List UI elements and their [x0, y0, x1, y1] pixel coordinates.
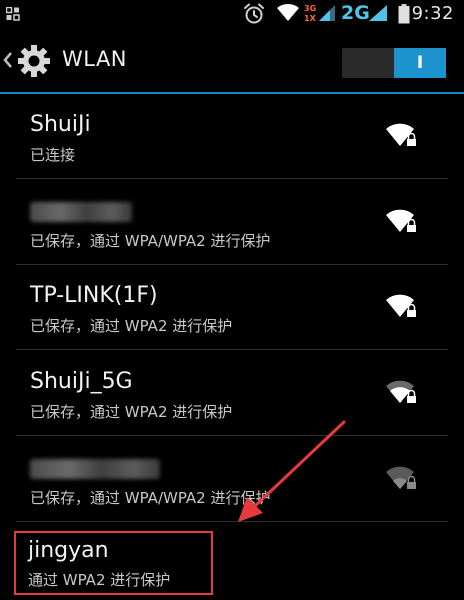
row-divider	[16, 521, 448, 522]
battery-icon	[398, 4, 410, 28]
toggle-thumb[interactable]: I	[394, 48, 446, 78]
network-status: 已保存，通过 WPA2 进行保护	[30, 317, 233, 335]
data-badge-top: 3G	[304, 4, 317, 13]
highlight-box	[14, 531, 213, 595]
network-status: 已保存，通过 WPA/WPA2 进行保护	[30, 489, 271, 507]
network-item-shuiji[interactable]: ShuiJi 已连接	[0, 94, 464, 178]
signal-icon	[318, 4, 336, 26]
network-status: 已保存，通过 WPA2 进行保护	[30, 403, 233, 421]
toggle-label: I	[416, 53, 424, 73]
network-status: 已连接	[30, 146, 76, 164]
network-type-label: 2G	[341, 2, 370, 24]
wifi-locked-weak-icon	[385, 465, 419, 495]
wifi-locked-medium-icon	[385, 379, 419, 409]
network-item-hidden-2[interactable]: 已保存，通过 WPA/WPA2 进行保护	[0, 437, 464, 521]
alarm-icon	[243, 3, 265, 29]
row-divider	[16, 178, 448, 179]
action-bar: WLAN I	[0, 28, 464, 92]
signal-bars-icon	[368, 4, 388, 26]
wifi-locked-strong-icon	[385, 122, 419, 152]
wifi-status-icon	[276, 2, 300, 26]
network-name: ShuiJi	[30, 112, 91, 137]
network-status: 已保存，通过 WPA/WPA2 进行保护	[30, 232, 271, 250]
blurred-network-name	[30, 459, 160, 479]
clock: 9:32	[411, 3, 454, 24]
page-title: WLAN	[62, 47, 128, 71]
gallery-icon	[5, 6, 20, 25]
data-badge-bottom: 1X	[304, 14, 316, 23]
network-name: ShuiJi_5G	[30, 369, 133, 394]
wifi-locked-strong-icon	[385, 293, 419, 323]
status-bar: 3G 1X 2G 9:32	[0, 0, 464, 28]
settings-gear-icon[interactable]	[17, 44, 51, 82]
network-item-tp-link-1f[interactable]: TP-LINK(1F) 已保存，通过 WPA2 进行保护	[0, 265, 464, 349]
network-name: TP-LINK(1F)	[30, 283, 158, 308]
network-item-shuiji-5g[interactable]: ShuiJi_5G 已保存，通过 WPA2 进行保护	[0, 351, 464, 435]
network-item-hidden-1[interactable]: 已保存，通过 WPA/WPA2 进行保护	[0, 180, 464, 264]
wifi-locked-strong-icon	[385, 208, 419, 238]
data-activity-badge: 3G 1X	[304, 2, 318, 28]
blurred-network-name	[30, 202, 132, 222]
back-chevron-icon[interactable]	[2, 51, 14, 73]
row-divider	[16, 435, 448, 436]
wlan-toggle-switch[interactable]: I	[342, 48, 446, 78]
row-divider	[16, 349, 448, 350]
